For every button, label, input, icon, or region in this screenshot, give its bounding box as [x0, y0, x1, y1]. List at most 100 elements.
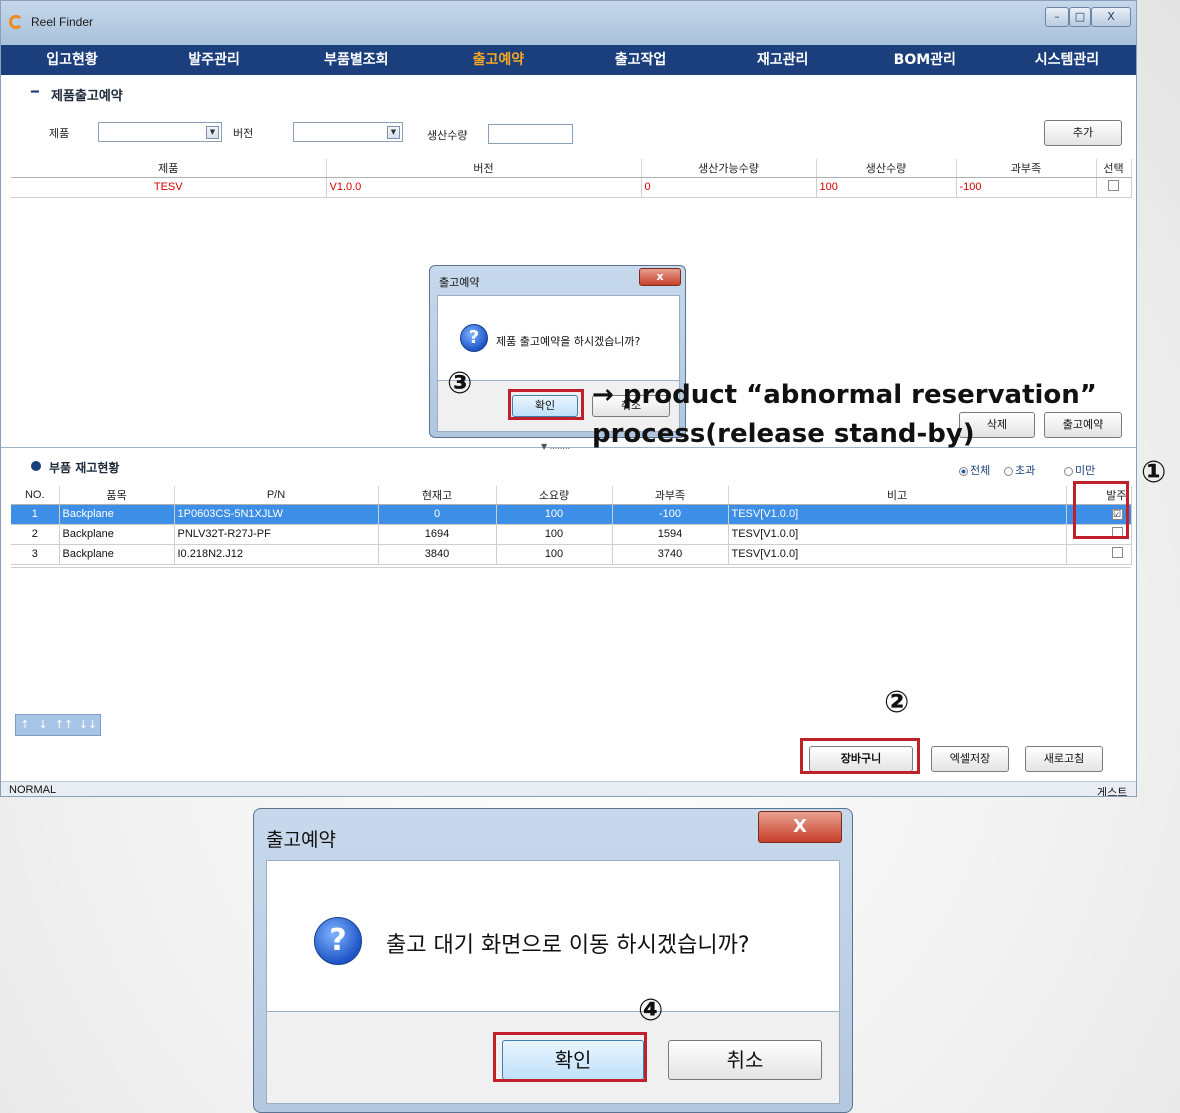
cell-need: 100 [496, 544, 613, 565]
product-label: 제품 [49, 127, 70, 140]
column-header[interactable]: 생산수량 [816, 159, 957, 178]
cell-possible: 0 [641, 177, 817, 198]
maximize-button[interactable]: □ [1069, 7, 1091, 27]
question-icon: ? [314, 917, 362, 965]
column-header[interactable]: 품목 [59, 486, 175, 505]
annotation-note-line2: process(release stand-by) [592, 419, 975, 449]
cell-pn: I0.218N2.J12 [174, 544, 379, 565]
filter-under-radio[interactable]: 미만 [1064, 462, 1095, 478]
cell-need: 100 [496, 524, 613, 545]
cell-product: TESV [11, 177, 327, 198]
menu-item-inventory[interactable]: 재고관리 [712, 45, 854, 75]
parts-grid: NO. 품목 P/N 현재고 소요량 과부족 비고 발주 1 Backplane… [11, 486, 1132, 565]
column-header[interactable]: 선택 [1096, 159, 1132, 178]
table-row[interactable]: TESV V1.0.0 0 100 -100 [11, 177, 1132, 198]
column-header[interactable]: P/N [174, 486, 379, 505]
cell-diff: 1594 [612, 524, 729, 545]
cell-diff: -100 [612, 504, 729, 525]
move-top-button[interactable]: ↑↑ [52, 715, 76, 735]
product-section-title: 제품출고예약 [51, 89, 123, 104]
excel-save-button[interactable]: 엑셀저장 [931, 746, 1009, 772]
dialog-close-button[interactable]: X [758, 811, 842, 843]
column-header[interactable]: 과부족 [612, 486, 729, 505]
table-row[interactable]: 1 Backplane 1P0603CS-5N1XJLW 0 100 -100 … [11, 504, 1132, 525]
dialog-title: 출고예약 [266, 829, 336, 851]
status-user: 게스트 [1097, 786, 1128, 797]
filter-over-radio[interactable]: 초과 [1004, 462, 1035, 478]
minimize-button[interactable]: – [1045, 7, 1069, 27]
version-label: 버전 [233, 127, 254, 140]
cell-note: TESV[V1.0.0] [728, 544, 1067, 565]
column-header[interactable]: 버전 [326, 159, 642, 178]
column-header[interactable]: 비고 [728, 486, 1067, 505]
reserve-button[interactable]: 출고예약 [1044, 412, 1122, 438]
highlight-box-step3 [508, 389, 584, 420]
add-button[interactable]: 추가 [1044, 120, 1122, 146]
cell-note: TESV[V1.0.0] [728, 524, 1067, 545]
cell-pn: PNLV32T-R27J-PF [174, 524, 379, 545]
chevron-down-icon: ▼ [387, 126, 400, 139]
column-header[interactable]: NO. [11, 486, 60, 505]
row-nav-toolbar: ↑ ↓ ↑↑ ↓↓ [15, 714, 101, 736]
cell-diff: -100 [956, 177, 1097, 198]
move-down-button[interactable]: ↓ [34, 715, 52, 735]
cell-stock: 3840 [378, 544, 497, 565]
column-header[interactable]: 생산가능수량 [641, 159, 817, 178]
menu-item-order[interactable]: 발주관리 [143, 45, 285, 75]
product-combo[interactable]: ▼ [98, 122, 222, 142]
menu-item-system[interactable]: 시스템관리 [996, 45, 1136, 75]
menu-item-part-lookup[interactable]: 부품별조회 [285, 45, 427, 75]
dialog-close-button[interactable]: x [639, 268, 681, 286]
filter-all-radio[interactable]: 전체 [959, 462, 990, 478]
highlight-box-step4 [493, 1032, 647, 1082]
cell-item: Backplane [59, 544, 175, 565]
question-icon: ? [460, 324, 488, 352]
parts-grid-header: NO. 품목 P/N 현재고 소요량 과부족 비고 발주 [11, 486, 1132, 505]
column-header[interactable]: 소요량 [496, 486, 613, 505]
splitter-grip-icon[interactable]: ▼ ........ [541, 442, 570, 451]
refresh-button[interactable]: 새로고침 [1025, 746, 1103, 772]
cell-stock: 1694 [378, 524, 497, 545]
menu-item-release-reservation[interactable]: 출고예약 [427, 45, 569, 75]
select-checkbox[interactable] [1108, 180, 1119, 191]
highlight-box-step1 [1073, 481, 1129, 539]
dialog-message: 출고 대기 화면으로 이동 하시겠습니까? [386, 933, 750, 958]
step-marker-4: ④ [638, 993, 664, 1028]
version-combo[interactable]: ▼ [293, 122, 403, 142]
menu-item-inbound[interactable]: 입고현황 [1, 45, 143, 75]
dialog-body: ? 제품 출고예약을 하시겠습니까? [437, 295, 680, 381]
dialog-cancel-button[interactable]: 취소 [668, 1040, 822, 1080]
dialog-body: ? 출고 대기 화면으로 이동 하시겠습니까? [266, 860, 840, 1012]
cell-diff: 3740 [612, 544, 729, 565]
status-bar: NORMAL 게스트 [1, 781, 1136, 797]
app-logo-icon [9, 15, 23, 29]
close-button[interactable]: X [1091, 7, 1131, 27]
column-header[interactable]: 현재고 [378, 486, 497, 505]
menu-item-bom[interactable]: BOM관리 [854, 45, 996, 75]
title-bar: Reel Finder – □ X [1, 1, 1136, 45]
step-marker-2: ② [884, 685, 910, 720]
order-checkbox[interactable] [1111, 547, 1123, 558]
collapse-icon[interactable]: ━ [31, 85, 39, 100]
move-bottom-button[interactable]: ↓↓ [76, 715, 100, 735]
parts-section-title: 부품 재고현황 [49, 461, 120, 475]
status-mode: NORMAL [9, 784, 57, 796]
product-grid: 제품 버전 생산가능수량 생산수량 과부족 선택 TESV V1.0.0 0 1… [11, 159, 1132, 198]
table-row[interactable]: 3 Backplane I0.218N2.J12 3840 100 3740 T… [11, 544, 1132, 565]
column-header[interactable]: 과부족 [956, 159, 1097, 178]
cell-need: 100 [496, 504, 613, 525]
move-up-button[interactable]: ↑ [16, 715, 34, 735]
table-row[interactable]: 2 Backplane PNLV32T-R27J-PF 1694 100 159… [11, 524, 1132, 545]
step-marker-3: ③ [447, 366, 473, 401]
product-grid-header: 제품 버전 생산가능수량 생산수량 과부족 선택 [11, 159, 1132, 178]
cell-qty: 100 [816, 177, 957, 198]
cell-item: Backplane [59, 524, 175, 545]
column-header[interactable]: 제품 [11, 159, 327, 178]
cell-no: 3 [11, 544, 60, 565]
cell-note: TESV[V1.0.0] [728, 504, 1067, 525]
qty-input[interactable] [488, 124, 573, 144]
cell-stock: 0 [378, 504, 497, 525]
menu-item-release-work[interactable]: 출고작업 [570, 45, 712, 75]
cell-item: Backplane [59, 504, 175, 525]
cell-version: V1.0.0 [326, 177, 642, 198]
